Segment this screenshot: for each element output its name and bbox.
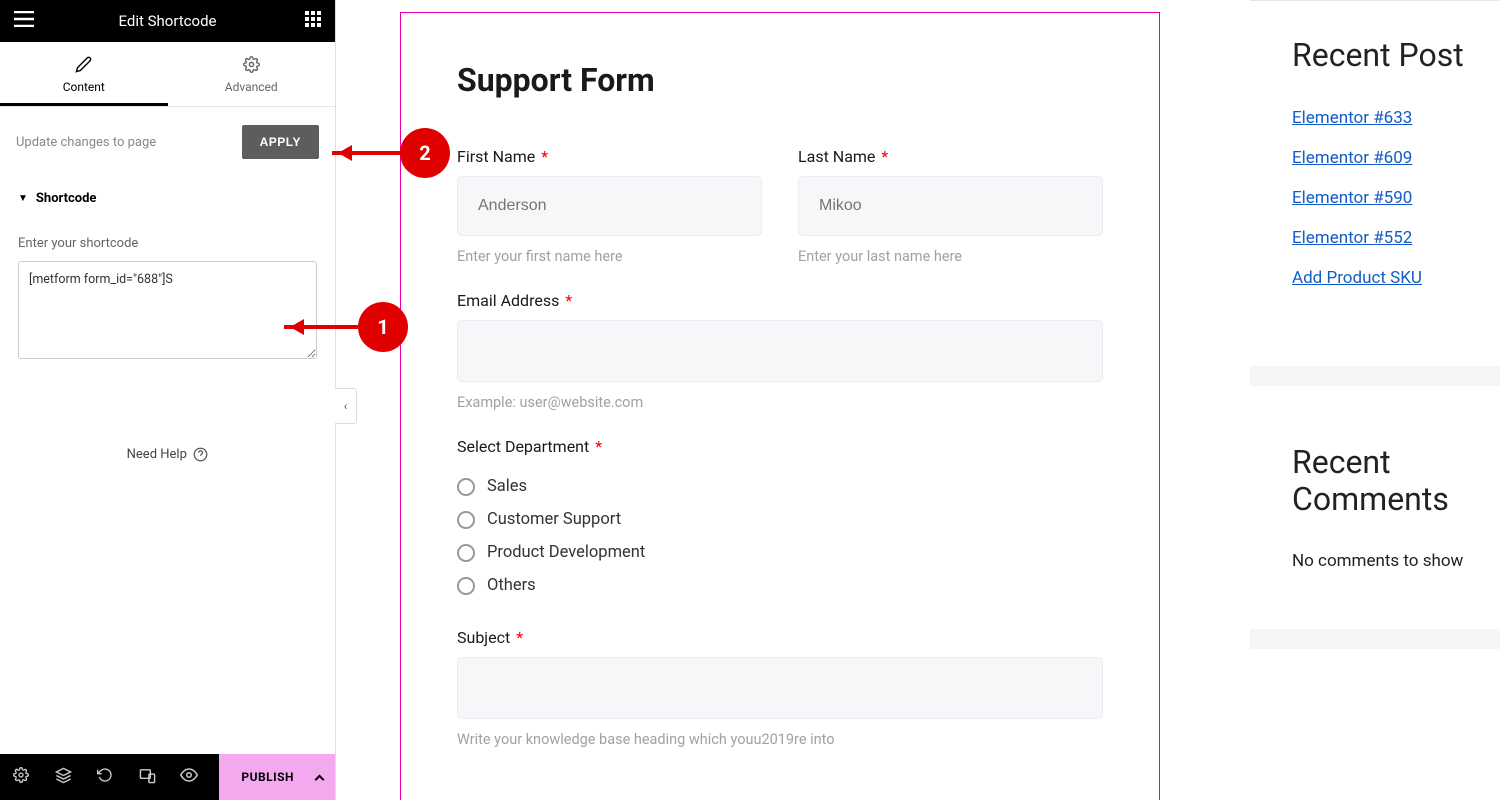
form-title: Support Form xyxy=(457,61,1103,99)
dept-option-others[interactable]: Others xyxy=(457,569,1103,602)
editor-sidebar: Edit Shortcode Content Advanced Update c… xyxy=(0,0,336,800)
dept-option-product[interactable]: Product Development xyxy=(457,536,1103,569)
radio-icon xyxy=(457,544,475,562)
email-input[interactable] xyxy=(457,320,1103,382)
radio-icon xyxy=(457,511,475,529)
last-name-input[interactable] xyxy=(798,176,1103,236)
annotation-2: 2 xyxy=(332,128,450,178)
first-name-label: First Name * xyxy=(457,147,762,166)
first-name-input[interactable] xyxy=(457,176,762,236)
recent-posts-widget: Recent Post Elementor #633 Elementor #60… xyxy=(1250,1,1500,344)
subject-label: Subject * xyxy=(457,628,1103,647)
no-comments-text: No comments to show xyxy=(1292,551,1500,571)
sidebar-header: Edit Shortcode xyxy=(0,0,335,42)
annotation-1: 1 xyxy=(284,302,408,352)
post-link[interactable]: Elementor #609 xyxy=(1292,148,1500,168)
sidebar-title: Edit Shortcode xyxy=(118,12,216,30)
chevron-up-icon xyxy=(315,774,325,784)
recent-comments-widget: Recent Comments No comments to show xyxy=(1250,408,1500,608)
email-label: Email Address * xyxy=(457,291,1103,310)
department-radio-group: Sales Customer Support Product Developme… xyxy=(457,470,1103,602)
first-name-help: Enter your first name here xyxy=(457,248,762,265)
tabs-row: Content Advanced xyxy=(0,42,335,107)
last-name-help: Enter your last name here xyxy=(798,248,1103,265)
collapse-sidebar-button[interactable]: ‹ xyxy=(335,388,357,424)
responsive-icon[interactable] xyxy=(126,767,168,788)
menu-icon[interactable] xyxy=(14,11,34,31)
publish-button[interactable]: PUBLISH xyxy=(219,754,335,800)
last-name-label: Last Name * xyxy=(798,147,1103,166)
tab-content[interactable]: Content xyxy=(0,42,168,106)
post-link[interactable]: Elementor #633 xyxy=(1292,108,1500,128)
caret-down-icon: ▼ xyxy=(18,193,28,204)
settings-icon[interactable] xyxy=(0,767,42,787)
dept-option-sales[interactable]: Sales xyxy=(457,470,1103,503)
subject-input[interactable] xyxy=(457,657,1103,719)
recent-posts-title: Recent Post xyxy=(1292,37,1500,74)
shortcode-textarea[interactable]: [metform form_id="688"]S xyxy=(18,261,317,359)
shortcode-widget-frame[interactable]: Support Form First Name * Enter your fir… xyxy=(400,12,1160,800)
chevron-left-icon: ‹ xyxy=(344,399,348,413)
post-link[interactable]: Add Product SKU xyxy=(1292,268,1500,288)
history-icon[interactable] xyxy=(84,767,126,787)
department-label: Select Department * xyxy=(457,437,1103,456)
email-help: Example: user@website.com xyxy=(457,394,1103,411)
sidebar-footer: PUBLISH xyxy=(0,754,335,800)
update-changes-label: Update changes to page xyxy=(16,135,156,150)
section-shortcode-toggle[interactable]: ▼ Shortcode xyxy=(0,181,335,212)
recent-comments-title: Recent Comments xyxy=(1292,444,1500,518)
shortcode-field-label: Enter your shortcode xyxy=(0,212,335,261)
subject-help: Write your knowledge base heading which … xyxy=(457,731,1103,748)
apply-button[interactable]: APPLY xyxy=(242,125,319,159)
canvas-area: Support Form First Name * Enter your fir… xyxy=(336,0,1214,800)
need-help-link[interactable]: Need Help xyxy=(0,447,335,462)
widgets-grid-icon[interactable] xyxy=(305,11,321,31)
post-link[interactable]: Elementor #590 xyxy=(1292,188,1500,208)
right-widgets: Recent Post Elementor #633 Elementor #60… xyxy=(1250,0,1500,800)
dept-option-support[interactable]: Customer Support xyxy=(457,503,1103,536)
navigator-icon[interactable] xyxy=(42,767,84,788)
radio-icon xyxy=(457,478,475,496)
radio-icon xyxy=(457,577,475,595)
preview-icon[interactable] xyxy=(168,766,210,788)
post-link[interactable]: Elementor #552 xyxy=(1292,228,1500,248)
tab-advanced[interactable]: Advanced xyxy=(168,42,336,106)
